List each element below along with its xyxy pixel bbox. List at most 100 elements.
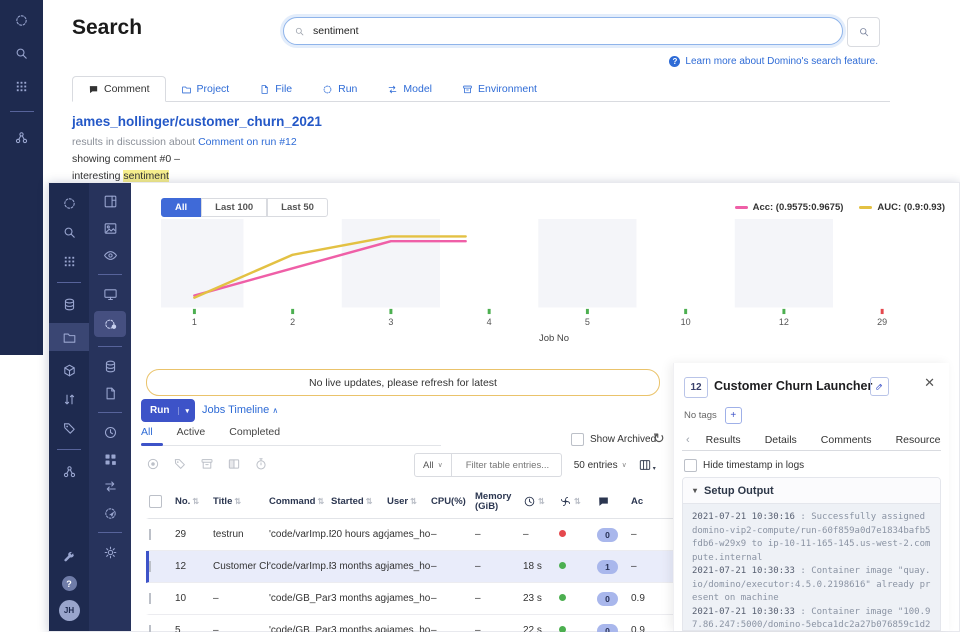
sidebar-item-organization-nav[interactable] (0, 127, 43, 147)
panel-tab-comments[interactable]: Comments (809, 434, 884, 446)
sidebar-item-results-nav[interactable] (89, 218, 131, 238)
tag-icon[interactable] (173, 457, 187, 471)
table-row[interactable]: 12 Customer Churn Launcher 'code/varImp.… (146, 551, 676, 583)
table-row[interactable]: 29 testrun 'code/varImp.R' 20 hours ago … (146, 519, 676, 551)
sidebar-item-apps-nav[interactable] (0, 76, 43, 96)
sidebar-item-model-apis-nav[interactable] (89, 476, 131, 496)
panel-tab-results[interactable]: Results (694, 434, 753, 446)
tab-comment[interactable]: Comment (72, 76, 166, 102)
sidebar-item-organization-nav[interactable] (49, 461, 89, 481)
sidebar-item-overview-nav[interactable] (89, 191, 131, 211)
sidebar-item-search-nav[interactable] (49, 222, 89, 242)
tab-file[interactable]: File (244, 77, 307, 101)
sidebar-item-project-data-nav[interactable] (89, 356, 131, 376)
sidebar-item-admin[interactable] (59, 547, 80, 567)
record-icon[interactable] (146, 457, 160, 471)
edit-title-button[interactable] (870, 377, 889, 396)
tab-environment[interactable]: Environment (447, 77, 552, 101)
show-archived-checkbox[interactable] (571, 433, 584, 446)
sort-icon[interactable]: ⇅ (234, 497, 241, 506)
sidebar-item-visibility-nav[interactable] (89, 245, 131, 265)
table-filter-input[interactable] (464, 459, 554, 472)
panel-tab-resources[interactable]: Resources (884, 434, 941, 446)
tabs-scroll-left-icon[interactable]: ‹ (682, 434, 694, 446)
jobs-tab-completed[interactable]: Completed (229, 426, 280, 438)
sort-icon[interactable]: ⇅ (366, 497, 373, 506)
sort-icon[interactable]: ⇅ (574, 497, 581, 506)
sidebar-item-search-nav[interactable] (0, 43, 43, 63)
run-dropdown-caret-icon[interactable]: ▾ (178, 407, 195, 415)
sidebar-item-domino-logo[interactable] (49, 193, 89, 213)
jobs-tab-all[interactable]: All (141, 426, 153, 438)
sort-icon[interactable]: ⇅ (317, 497, 324, 506)
refresh-icon[interactable]: ↻ (653, 430, 665, 447)
tab-project[interactable]: Project (166, 77, 245, 101)
sidebar-item-apps-publish-nav[interactable] (89, 449, 131, 469)
row-checkbox[interactable] (149, 529, 151, 540)
jobs-tab-active[interactable]: Active (177, 426, 206, 438)
run-button[interactable]: Run ▾ (141, 399, 195, 422)
column-started[interactable]: Started⇅ (331, 496, 387, 507)
sidebar-item-files-nav[interactable] (89, 383, 131, 403)
sidebar-item-jobs-nav[interactable] (94, 311, 126, 337)
select-all-checkbox[interactable] (149, 495, 162, 508)
sort-icon[interactable]: ⇅ (192, 497, 199, 506)
hide-timestamp-checkbox[interactable] (684, 459, 697, 472)
search-nav-icon (62, 225, 77, 240)
column-picker-button[interactable]: ▾ (638, 458, 656, 472)
sidebar-item-domino-logo[interactable] (0, 10, 43, 30)
learn-more-link[interactable]: ? Learn more about Domino's search featu… (669, 56, 878, 67)
result-title[interactable]: james_hollinger/customer_churn_2021 (72, 114, 322, 129)
search-input[interactable] (311, 24, 832, 38)
duration-column[interactable]: ⇅ (523, 495, 559, 508)
column-command[interactable]: Command⇅ (269, 496, 331, 507)
caret-down-icon: ▾ (653, 465, 656, 472)
result-run-link[interactable]: on run #12 (244, 136, 297, 148)
setup-output-header[interactable]: ▾ Setup Output (683, 478, 940, 504)
sidebar-item-models-nav[interactable] (49, 360, 89, 380)
sidebar-item-launchers-nav[interactable] (89, 503, 131, 523)
row-checkbox[interactable] (149, 625, 151, 632)
sidebar-item-apps-nav[interactable] (49, 251, 89, 271)
table-row[interactable]: 10 – 'code/GB_Param' 3 months ago james_… (146, 583, 676, 615)
column-user[interactable]: User⇅ (387, 496, 431, 507)
column-no-[interactable]: No.⇅ (175, 496, 213, 507)
row-checkbox[interactable] (149, 561, 151, 572)
chart-tab-last-50[interactable]: Last 50 (267, 198, 328, 217)
sidebar-item-projects-nav[interactable] (49, 323, 89, 351)
jobs-timeline-toggle[interactable]: Jobs Timeline ∧ (202, 404, 278, 416)
sidebar-item-tags-nav[interactable] (49, 418, 89, 438)
x-tick-label: 10 (681, 317, 691, 327)
archive-icon[interactable] (200, 457, 214, 471)
row-checkbox[interactable] (149, 593, 151, 604)
global-search-box[interactable] (283, 17, 843, 45)
user-avatar[interactable]: JH (59, 600, 80, 621)
columns-icon[interactable] (227, 457, 241, 471)
chart-tab-last-100[interactable]: Last 100 (201, 198, 267, 217)
sidebar-item-workspaces-nav[interactable] (89, 284, 131, 304)
table-row[interactable]: 5 – 'code/GB_Param' 3 months ago james_h… (146, 615, 676, 632)
chart-tab-all[interactable]: All (161, 198, 201, 217)
search-submit-button[interactable] (847, 17, 880, 47)
sort-icon[interactable]: ⇅ (410, 497, 417, 506)
timer-icon[interactable] (254, 457, 268, 471)
tab-model[interactable]: Model (372, 77, 447, 101)
tab-run[interactable]: Run (307, 77, 372, 101)
sort-icon[interactable]: ⇅ (538, 497, 545, 506)
result-comment-link[interactable]: Comment (198, 136, 244, 148)
add-tag-button[interactable]: + (725, 407, 742, 424)
divider (57, 282, 81, 283)
sidebar-item-project-settings-nav[interactable] (89, 542, 131, 562)
sidebar-item-data-nav[interactable] (49, 294, 89, 314)
panel-tab-details[interactable]: Details (753, 434, 809, 446)
table-filter-box[interactable] (452, 453, 562, 477)
column-title[interactable]: Title⇅ (213, 496, 269, 507)
filter-scope-dropdown[interactable]: All ∨ (414, 453, 452, 477)
search-result[interactable]: james_hollinger/customer_churn_2021 resu… (72, 114, 322, 187)
close-icon[interactable]: ✕ (924, 375, 935, 391)
page-size-dropdown[interactable]: 50 entries ∨ (574, 460, 627, 471)
sidebar-item-transfers-nav[interactable] (49, 389, 89, 409)
sidebar-item-scheduled-runs-nav[interactable] (89, 422, 131, 442)
hardware-tier-column[interactable]: ⇅ (559, 495, 597, 508)
help-icon[interactable]: ? (62, 576, 77, 591)
